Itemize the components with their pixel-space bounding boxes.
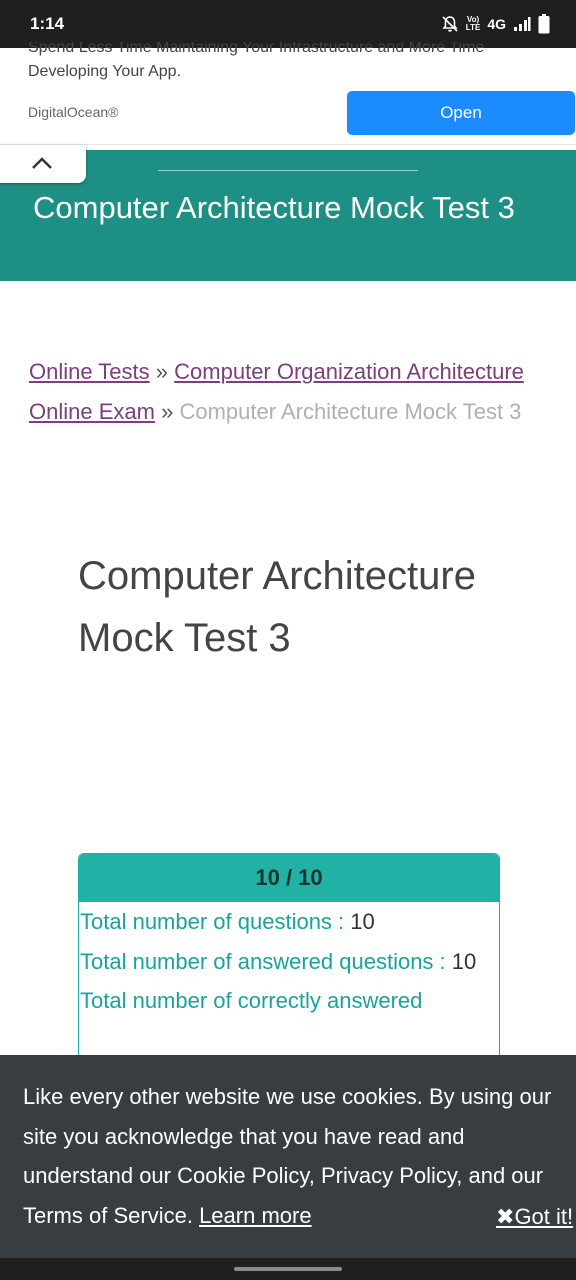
header-rule: [158, 170, 418, 171]
page-title: Computer Architecture Mock Test 3: [78, 554, 476, 660]
battery-icon: [538, 14, 550, 34]
status-bar: 1:14 Vo) LTE 4G: [0, 0, 576, 48]
result-label: Total number of answered questions :: [80, 948, 446, 974]
home-gesture-handle[interactable]: [234, 1267, 342, 1271]
signal-icon: [514, 17, 531, 31]
header-title: Computer Architecture Mock Test 3: [33, 190, 515, 225]
volte-bottom: LTE: [465, 23, 481, 32]
breadcrumb-link-online-tests[interactable]: Online Tests: [29, 359, 150, 384]
ad-subline: Developing Your App.: [28, 63, 182, 80]
cookie-banner: Like every other website we use cookies.…: [0, 1055, 576, 1258]
close-icon: ✖: [496, 1204, 515, 1229]
got-it-label: Got it!: [514, 1204, 574, 1229]
notifications-off-icon: [442, 16, 458, 32]
site-header: Computer Architecture Mock Test 3: [0, 150, 576, 281]
collapse-ad-button[interactable]: [0, 145, 86, 183]
ad-brand: DigitalOcean®: [28, 104, 119, 120]
result-row: Total number of correctly answered: [80, 981, 499, 1021]
volte-icon: Vo) LTE: [466, 16, 481, 32]
result-label: Total number of correctly answered: [80, 988, 423, 1013]
result-value: 10: [350, 909, 375, 934]
status-icons: Vo) LTE 4G: [441, 14, 550, 34]
result-value: 10: [451, 948, 477, 974]
breadcrumb: Online Tests » Computer Organization Arc…: [29, 352, 549, 431]
chevron-up-icon: [32, 157, 52, 169]
score-header: 10 / 10: [79, 854, 499, 902]
got-it-button[interactable]: ✖Got it!: [496, 1197, 573, 1237]
ad-headline: Spend Less Time Maintaining Your Infrast…: [28, 42, 485, 56]
status-time: 1:14: [30, 14, 65, 33]
ad-open-button[interactable]: Open: [347, 91, 575, 135]
result-label: Total number of questions :: [80, 909, 345, 934]
breadcrumb-current: Computer Architecture Mock Test 3: [179, 398, 522, 424]
learn-more-link[interactable]: Learn more: [199, 1203, 312, 1228]
system-nav-bar: [0, 1258, 576, 1280]
breadcrumb-separator: »: [161, 398, 174, 424]
result-row: Total number of answered questions : 10: [80, 942, 499, 982]
network-type: 4G: [487, 16, 506, 32]
breadcrumb-separator: »: [155, 359, 169, 384]
result-row: Total number of questions : 10: [80, 902, 499, 942]
ad-banner[interactable]: Spend Less Time Maintaining Your Infrast…: [0, 42, 576, 145]
results-list: Total number of questions : 10 Total num…: [79, 902, 499, 1021]
cookie-text: Like every other website we use cookies.…: [23, 1077, 558, 1235]
